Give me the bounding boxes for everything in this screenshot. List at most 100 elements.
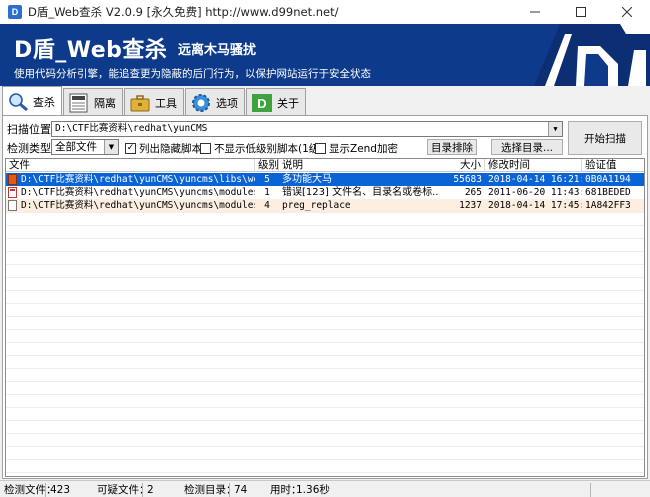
tab-quarantine-label: 隔离	[94, 96, 116, 110]
grid-line	[6, 446, 644, 447]
dir-exclude-button[interactable]: 目录排除	[427, 139, 477, 155]
grid-line	[6, 238, 644, 239]
grid-line	[6, 342, 644, 343]
scan-panel: 扫描位置 D:\CTF比赛资料\redhat\yunCMS ▼ 检测类型 全部文…	[2, 115, 648, 479]
table-row[interactable]: D:\CTF比赛资料\redhat\yunCMS\yuncms\libs\web…	[6, 173, 644, 186]
tab-scan-label: 查杀	[33, 95, 55, 109]
col-mtime-header[interactable]: 修改时间	[485, 159, 582, 172]
tab-tools[interactable]: 工具	[124, 88, 184, 116]
cell-file: D:\CTF比赛资料\redhat\yunCMS\yuncms\modules\…	[21, 200, 255, 211]
show-zend-checkbox[interactable]: 显示Zend加密	[315, 141, 398, 156]
grid-line	[6, 368, 644, 369]
file-icon	[8, 200, 17, 211]
grid-line	[6, 264, 644, 265]
results-table: 文件 级别 说明 大小 修改时间 验证值 D:\CTF比赛资料\redhat\y…	[5, 158, 645, 477]
grid-line	[6, 316, 644, 317]
tab-about[interactable]: D 关于	[246, 88, 306, 116]
briefcase-icon	[128, 92, 152, 114]
grid-line	[6, 407, 644, 408]
status-files-value: 423	[45, 483, 95, 497]
cell-hash: 1A842FF3	[585, 200, 631, 211]
app-icon: D	[8, 5, 22, 19]
col-level-header[interactable]: 级别	[255, 159, 279, 172]
table-row[interactable]: D:\CTF比赛资料\redhat\yunCMS\yuncms\modules\…	[6, 186, 644, 199]
table-header: 文件 级别 说明 大小 修改时间 验证值	[6, 159, 644, 172]
cell-desc: preg_replace	[282, 200, 351, 211]
tab-options-label: 选项	[216, 96, 238, 110]
scan-type-select[interactable]: 全部文件 ▼	[51, 139, 119, 155]
chevron-down-icon[interactable]: ▼	[548, 122, 562, 136]
window-controls	[512, 0, 650, 24]
select-dir-button[interactable]: 选择目录...	[491, 139, 563, 155]
magnifier-icon	[6, 91, 30, 113]
cell-level: 4	[264, 200, 270, 211]
chevron-down-icon[interactable]: ▼	[104, 140, 118, 154]
cell-hash: 681BEDED	[585, 187, 631, 198]
d-logo-icon: D	[250, 92, 274, 114]
col-hash-header[interactable]: 验证值	[582, 159, 644, 172]
brand-description: 使用代码分析引擎，能追查更为隐蔽的后门行为，以保护网站运行于安全状态	[14, 68, 371, 80]
cell-level: 1	[264, 187, 270, 198]
gear-icon	[189, 92, 213, 114]
start-scan-button[interactable]: 开始扫描	[568, 121, 642, 155]
tab-tools-label: 工具	[155, 96, 177, 110]
app-banner: D盾_Web查杀 远离木马骚扰 使用代码分析引擎，能追查更为隐蔽的后门行为，以保…	[0, 24, 650, 86]
scan-path-row: 扫描位置	[7, 120, 51, 138]
brand-title: D盾_Web查杀	[14, 38, 168, 63]
minimize-button[interactable]	[512, 0, 558, 24]
show-zend-label: 显示Zend加密	[329, 143, 398, 155]
col-file-header[interactable]: 文件	[6, 159, 255, 172]
grid-line	[6, 225, 644, 226]
tab-about-label: 关于	[277, 96, 299, 110]
cell-mtime: 2018-04-14 16:21:08	[488, 174, 582, 185]
status-bar: 检测文件： 423 可疑文件： 2 检测目录： 74 用时： 1.36秒	[0, 480, 650, 497]
window-title: D盾_Web查杀 V2.0.9 [永久免费] http://www.d99net…	[28, 5, 339, 19]
brand-slogan: 远离木马骚扰	[178, 43, 257, 58]
grid-line	[6, 420, 644, 421]
grid-line	[6, 251, 644, 252]
checkbox-checked-icon: ✓	[125, 143, 136, 154]
scan-path-value: D:\CTF比赛资料\redhat\yunCMS	[55, 123, 208, 134]
file-danger-icon	[8, 174, 17, 185]
scan-type-label: 检测类型	[7, 142, 51, 155]
cell-desc: 多功能大马	[282, 174, 332, 185]
close-button[interactable]	[604, 0, 650, 24]
grid-line	[6, 303, 644, 304]
tab-options[interactable]: 选项	[185, 88, 245, 116]
grid-line	[6, 472, 644, 473]
scan-path-label: 扫描位置	[7, 123, 51, 136]
minimize-icon	[530, 11, 540, 13]
status-suspicious-value: 2	[142, 483, 180, 497]
grid-line	[6, 381, 644, 382]
grid-line	[6, 277, 644, 278]
grid-line	[6, 355, 644, 356]
file-warning-icon	[8, 187, 17, 198]
status-empty-panel	[590, 483, 648, 497]
checkbox-empty-icon	[315, 143, 326, 154]
list-hidden-scripts-checkbox[interactable]: ✓ 列出隐藏脚本	[125, 141, 202, 156]
hide-low-level-checkbox[interactable]: 不显示低级别脚本(1级)	[200, 141, 323, 156]
status-time-value: 1.36秒	[296, 484, 330, 496]
scan-type-row: 检测类型	[7, 140, 51, 156]
cell-file: D:\CTF比赛资料\redhat\yunCMS\yuncms\libs\web…	[21, 174, 255, 185]
grid-line	[6, 394, 644, 395]
grid-line	[6, 212, 644, 213]
cell-desc: 错误[123] 文件名、目录名或卷标...	[282, 187, 439, 198]
status-dirs-value: 74	[229, 483, 269, 497]
main-tabs: 查杀 隔离 工具 选项 D 关于	[0, 86, 650, 116]
title-bar: D D盾_Web查杀 V2.0.9 [永久免费] http://www.d99n…	[0, 0, 650, 24]
close-icon	[622, 7, 632, 17]
col-size-header[interactable]: 大小	[439, 159, 485, 172]
cell-hash: 0B0A1194	[585, 174, 631, 185]
grid-line	[6, 459, 644, 460]
cell-mtime: 2018-04-14 17:45:34	[488, 200, 582, 211]
cell-mtime: 2011-06-20 11:43:38	[488, 187, 582, 198]
table-row[interactable]: D:\CTF比赛资料\redhat\yunCMS\yuncms\modules\…	[6, 199, 644, 212]
cell-size: 55683	[453, 174, 482, 185]
maximize-icon	[576, 7, 586, 17]
scan-path-combobox[interactable]: D:\CTF比赛资料\redhat\yunCMS ▼	[51, 121, 563, 137]
maximize-button[interactable]	[558, 0, 604, 24]
cell-file: D:\CTF比赛资料\redhat\yunCMS\yuncms\modules\…	[21, 187, 255, 198]
tab-quarantine[interactable]: 隔离	[63, 88, 123, 116]
tab-scan[interactable]: 查杀	[2, 86, 62, 116]
